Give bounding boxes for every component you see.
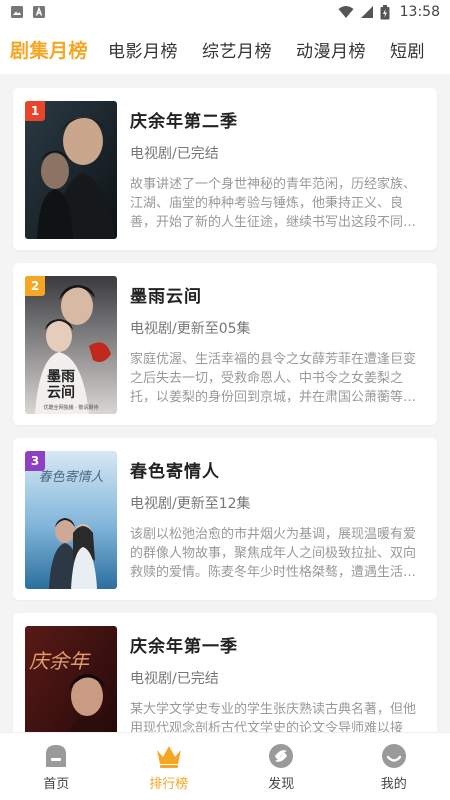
tab-movie-monthly[interactable]: 电影月榜 (108, 37, 202, 62)
nav-profile[interactable]: 我的 (338, 742, 450, 792)
status-left (10, 5, 46, 19)
list-item[interactable]: 1 庆余年第二季 电视剧/已完结 故事讲述了一个身世神秘的青年范闲，历经家族、江… (13, 88, 437, 250)
list-item[interactable]: 墨雨 云间 优酷全网独播 · 敬请期待 2 墨雨云间 电视剧/更新至05集 家庭… (13, 263, 437, 425)
home-icon (42, 742, 70, 770)
crown-icon (154, 742, 184, 770)
item-description: 故事讲述了一个身世神秘的青年范闲，历经家族、江湖、庙堂的种种考验与锤炼，他秉持正… (130, 177, 417, 230)
nav-discover-label: 发现 (268, 777, 295, 792)
svg-text:春色寄情人: 春色寄情人 (38, 470, 103, 485)
battery-icon (380, 4, 390, 20)
bottom-navigation: 首页 排行榜 发现 我的 (0, 732, 450, 800)
tab-drama-monthly[interactable]: 剧集月榜 (0, 36, 108, 63)
nav-home-label: 首页 (43, 777, 70, 792)
nav-home[interactable]: 首页 (0, 742, 112, 792)
rank-badge: 3 (25, 451, 45, 471)
item-meta: 电视剧/已完结 (130, 146, 219, 162)
item-title[interactable]: 庆余年第一季 (130, 632, 238, 657)
svg-text:庆余年: 庆余年 (29, 649, 91, 673)
item-meta: 电视剧/已完结 (130, 671, 219, 687)
item-meta: 电视剧/更新至05集 (130, 321, 251, 337)
discover-icon (267, 742, 295, 770)
list-item[interactable]: 春色寄情人 3 春色寄情人 电视剧/更新至12集 该剧以松弛治愈的市井烟火为基调… (13, 438, 437, 600)
poster-image[interactable]: 庆余年 (25, 626, 117, 732)
nav-profile-label: 我的 (380, 777, 407, 792)
tab-anime-monthly[interactable]: 动漫月榜 (296, 37, 390, 62)
item-title[interactable]: 庆余年第二季 (130, 107, 238, 132)
item-title[interactable]: 春色寄情人 (130, 457, 220, 482)
item-meta: 电视剧/更新至12集 (130, 496, 251, 512)
svg-text:墨雨: 墨雨 (47, 369, 75, 385)
poster-image[interactable]: 春色寄情人 3 (25, 451, 117, 589)
text-notification-icon (32, 5, 46, 19)
status-time: 13:58 (399, 4, 440, 20)
signal-icon (360, 5, 374, 19)
tab-short-drama[interactable]: 短剧 (390, 37, 439, 62)
svg-text:云间: 云间 (47, 384, 75, 401)
item-description: 家庭优渥、生活幸福的县令之女薛芳菲在遭逢巨变之后失去一切，受救命恩人、中书令之女… (130, 352, 417, 405)
item-description: 该剧以松弛治愈的市井烟火为基调，展现温暖有爱的群像人物故事，聚焦成年人之间极致拉… (130, 527, 417, 580)
profile-icon (380, 742, 408, 770)
wifi-icon (338, 5, 354, 19)
status-right: 13:58 (338, 4, 440, 20)
status-bar: 13:58 (0, 0, 450, 24)
category-tabs: 剧集月榜 电影月榜 综艺月榜 动漫月榜 短剧 (0, 24, 450, 74)
list-item[interactable]: 庆余年 庆余年第一季 电视剧/已完结 某大学文学史专业的学生张庆熟读古典名著，但… (13, 613, 437, 732)
app-screen: 13:58 剧集月榜 电影月榜 综艺月榜 动漫月榜 短剧 1 庆余年第二季 电视… (0, 0, 450, 800)
item-title[interactable]: 墨雨云间 (130, 282, 202, 307)
item-description: 某大学文学史专业的学生张庆熟读古典名著，但他用现代观念剖析古代文学史的论文令导师… (130, 702, 417, 732)
rank-badge: 2 (25, 276, 45, 296)
image-notification-icon (10, 5, 24, 19)
poster-image[interactable]: 墨雨 云间 优酷全网独播 · 敬请期待 2 (25, 276, 117, 414)
ranking-list: 1 庆余年第二季 电视剧/已完结 故事讲述了一个身世神秘的青年范闲，历经家族、江… (0, 78, 450, 732)
nav-ranking[interactable]: 排行榜 (113, 742, 225, 792)
svg-text:优酷全网独播 · 敬请期待: 优酷全网独播 · 敬请期待 (44, 404, 99, 411)
tab-variety-monthly[interactable]: 综艺月榜 (202, 37, 296, 62)
rank-badge: 1 (25, 101, 45, 121)
nav-discover[interactable]: 发现 (225, 742, 337, 792)
nav-ranking-label: 排行榜 (149, 777, 189, 792)
poster-image[interactable]: 1 (25, 101, 117, 239)
